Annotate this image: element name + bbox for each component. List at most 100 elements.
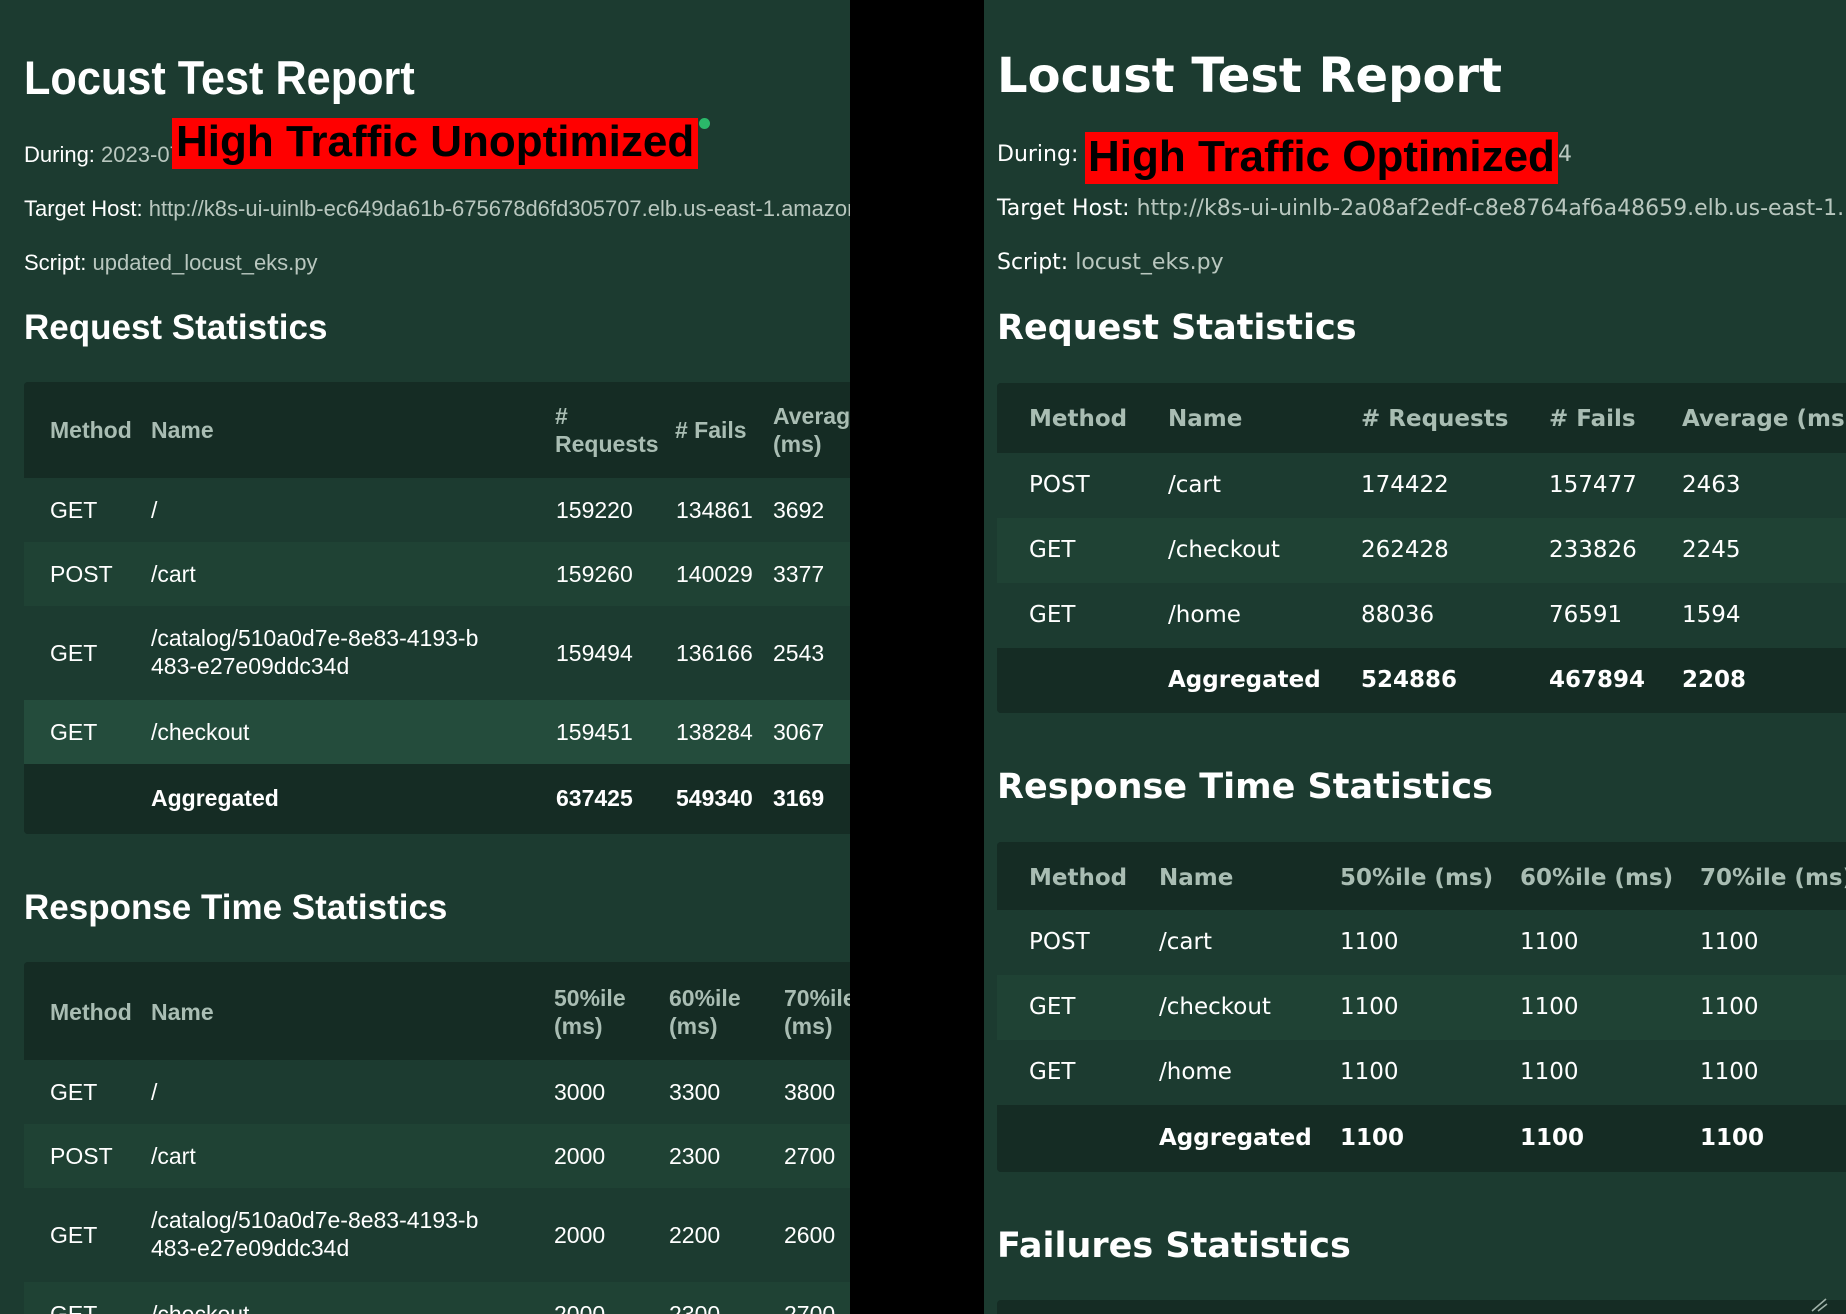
during-label: During: — [997, 142, 1079, 167]
cell-fails: 136166 — [676, 640, 753, 666]
col-fails: # Fails — [1549, 406, 1636, 432]
scenario-label-unoptimized: High Traffic Unoptimized — [172, 118, 699, 169]
cell-average: 1594 — [1682, 602, 1741, 628]
cell-p60: 2300 — [669, 1301, 721, 1314]
request-stats-table: Method Name # Requests # Fails Average (… — [24, 382, 850, 834]
col-p50: 50%ile (ms) — [554, 985, 626, 1039]
during-value: 4 — [1558, 142, 1572, 167]
table-row: GET /checkout 262428 233826 2245 — [997, 518, 1846, 583]
table-header: Method Name # Requests # Fails Average (… — [24, 382, 850, 478]
response-stats-heading: Response Time Statistics — [24, 888, 448, 927]
response-stats-heading: Response Time Statistics — [997, 767, 1493, 807]
aggregated-row: Aggregated 637425 549340 3169 — [24, 764, 850, 834]
script-label: Script: — [997, 250, 1069, 275]
cell-requests: 159220 — [556, 497, 633, 523]
scenario-label-optimized: High Traffic Optimized — [1085, 132, 1558, 184]
col-p70: 70%ile (ms) — [1700, 865, 1846, 891]
col-average: Average (ms) — [773, 403, 850, 457]
cell-method: GET — [1029, 1059, 1076, 1085]
col-requests: # Requests — [555, 403, 659, 457]
cell-p70: 1100 — [1700, 929, 1759, 955]
table-row: GET /checkout 159451 138284 3067 — [24, 700, 850, 764]
table-row: GET /home 88036 76591 1594 — [997, 583, 1846, 648]
cell-p50: 1100 — [1340, 1059, 1399, 1085]
cell-p60: 2200 — [669, 1222, 721, 1248]
response-stats-table: Method Name 50%ile (ms) 60%ile (ms) 70%i… — [997, 842, 1846, 1172]
cell-requests: 174422 — [1361, 472, 1449, 498]
cell-p70: 2600 — [784, 1222, 836, 1248]
cell-requests: 637425 — [556, 785, 633, 811]
cell-p60: 1100 — [1520, 1125, 1585, 1151]
cell-name: /checkout — [1168, 537, 1280, 563]
col-p60: 60%ile (ms) — [669, 985, 741, 1039]
during-line: During: — [997, 142, 1078, 167]
report-left-panel: Locust Test Report During: 2023-07- High… — [0, 0, 850, 1314]
cell-p70: 2700 — [784, 1301, 836, 1314]
cell-method: POST — [1029, 929, 1090, 955]
script-value: locust_eks.py — [1075, 250, 1224, 275]
table-row: GET /catalog/510a0d7e-8e83-4193-b483-e27… — [24, 1188, 850, 1282]
target-host-link[interactable]: http://k8s-ui-uinlb-ec649da61b-675678d6f… — [149, 196, 850, 221]
report-title: Locust Test Report — [997, 48, 1503, 104]
table-row: POST /cart 159260 140029 3377 — [24, 542, 850, 606]
cell-requests: 524886 — [1361, 667, 1458, 693]
table-row: POST /cart 174422 157477 2463 — [997, 453, 1846, 518]
request-stats-table: Method Name # Requests # Fails Average (… — [997, 383, 1846, 713]
col-name: Name — [151, 999, 214, 1025]
col-p60: 60%ile (ms) — [1520, 865, 1674, 891]
during-line: During: 2023-07- — [24, 142, 189, 168]
cell-p50: 1100 — [1340, 929, 1399, 955]
cell-p50: 1100 — [1340, 994, 1399, 1020]
response-stats-table: Method Name 50%ile (ms) 60%ile (ms) 70%i… — [24, 962, 850, 1314]
cell-p60: 1100 — [1520, 929, 1579, 955]
target-host-line: Target Host: http://k8s-ui-uinlb-2a08af2… — [997, 196, 1844, 221]
cell-fails: 134861 — [676, 497, 753, 523]
cell-method: GET — [1029, 537, 1076, 563]
cell-name: /cart — [1159, 929, 1212, 955]
target-host-label: Target Host: — [997, 196, 1130, 221]
cell-method: GET — [50, 1079, 98, 1105]
table-row: POST /cart 1100 1100 1100 — [997, 910, 1846, 975]
aggregated-row: Aggregated 1100 1100 1100 — [997, 1105, 1846, 1172]
col-requests: # Requests — [1361, 406, 1509, 432]
cell-p50: 1100 — [1340, 1125, 1405, 1151]
cell-p50: 3000 — [554, 1079, 606, 1105]
col-p50: 50%ile (ms) — [1340, 865, 1494, 891]
cell-name: /home — [1168, 602, 1241, 628]
cell-requests: 88036 — [1361, 602, 1435, 628]
resize-handle-icon[interactable] — [1806, 1296, 1830, 1312]
cell-method: GET — [50, 497, 98, 523]
table-header: Method Name 50%ile (ms) 60%ile (ms) 70%i… — [997, 842, 1846, 910]
cell-fails: 140029 — [676, 561, 753, 587]
col-name: Name — [151, 417, 214, 443]
cell-p70: 3800 — [784, 1079, 836, 1105]
script-value: updated_locust_eks.py — [92, 250, 318, 275]
during-label: During: — [24, 142, 95, 167]
cell-name: /checkout — [151, 1301, 250, 1314]
cell-average: 2543 — [773, 640, 825, 666]
marker-dot — [699, 118, 710, 129]
cell-method: POST — [1029, 472, 1090, 498]
table-header: Method Name 50%ile (ms) 60%ile (ms) 70%i… — [24, 962, 850, 1060]
cell-method: GET — [50, 640, 98, 666]
cell-p60: 1100 — [1520, 1059, 1579, 1085]
target-host-link[interactable]: http://k8s-ui-uinlb-2a08af2edf-c8e8764af… — [1137, 196, 1845, 221]
cell-method: GET — [50, 1222, 98, 1248]
aggregated-row: Aggregated 524886 467894 2208 — [997, 648, 1846, 713]
failures-stats-heading: Failures Statistics — [997, 1226, 1351, 1266]
cell-average: 3067 — [773, 719, 825, 745]
cell-fails: 233826 — [1549, 537, 1637, 563]
col-method: Method — [1029, 406, 1128, 432]
cell-fails: 157477 — [1549, 472, 1637, 498]
col-method: Method — [1029, 865, 1128, 891]
cell-name: Aggregated — [1159, 1125, 1312, 1151]
cell-p60: 3300 — [669, 1079, 721, 1105]
cell-method: GET — [1029, 602, 1076, 628]
cell-name: / — [151, 497, 158, 523]
request-stats-heading: Request Statistics — [24, 308, 328, 347]
target-host-line: Target Host: http://k8s-ui-uinlb-ec649da… — [24, 196, 850, 222]
report-title: Locust Test Report — [24, 51, 415, 104]
cell-p60: 1100 — [1520, 994, 1579, 1020]
cell-name: /checkout — [1159, 994, 1271, 1020]
cell-name: /checkout — [151, 719, 250, 745]
